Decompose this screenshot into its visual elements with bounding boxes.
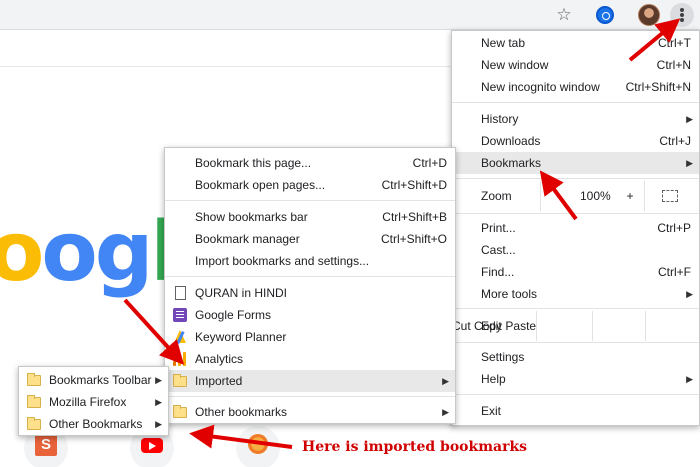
browser-toolbar: ☆: [0, 0, 700, 30]
extension-icon[interactable]: [596, 6, 614, 24]
menu-item-more-tools[interactable]: More tools ▶: [452, 283, 699, 305]
imported-submenu: Bookmarks Toolbar ▶ Mozilla Firefox ▶ Othe…: [18, 366, 169, 436]
menu-separator: [452, 213, 699, 214]
google-forms-icon: [173, 308, 187, 322]
menu-kebab-icon[interactable]: [670, 3, 694, 27]
menu-item-import-bookmarks[interactable]: Import bookmarks and settings...: [165, 250, 455, 272]
bookmark-item[interactable]: QURAN in HINDI: [165, 282, 455, 304]
bookmark-item[interactable]: Keyword Planner: [165, 326, 455, 348]
bookmark-folder-imported[interactable]: Imported ▶: [165, 370, 455, 392]
folder-icon: [27, 395, 41, 408]
zoom-in-button[interactable]: +: [624, 181, 636, 211]
youtube-icon: [141, 438, 163, 453]
menu-item-exit[interactable]: Exit: [452, 400, 699, 422]
menu-item-bookmark-page[interactable]: Bookmark this page... Ctrl+D: [165, 152, 455, 174]
menu-item-bookmarks[interactable]: Bookmarks ▶: [452, 152, 699, 174]
menu-separator: [452, 394, 699, 395]
orange-site-icon: [248, 434, 268, 454]
google-ads-icon: [173, 330, 187, 344]
menu-item-show-bookmarks-bar[interactable]: Show bookmarks bar Ctrl+Shift+B: [165, 206, 455, 228]
menu-separator: [452, 102, 699, 103]
menu-separator: [452, 178, 699, 179]
document-icon: [175, 286, 186, 300]
chevron-right-icon: ▶: [442, 407, 449, 417]
menu-row-edit: Edit Cut Copy Paste: [452, 311, 699, 341]
menu-item-new-window[interactable]: New window Ctrl+N: [452, 54, 699, 76]
menu-item-new-tab[interactable]: New tab Ctrl+T: [452, 32, 699, 54]
menu-item-bookmark-open-pages[interactable]: Bookmark open pages... Ctrl+Shift+D: [165, 174, 455, 196]
menu-separator: [165, 276, 455, 277]
chevron-right-icon: ▶: [686, 158, 693, 168]
fullscreen-icon[interactable]: [662, 190, 678, 202]
star-icon[interactable]: ☆: [554, 5, 574, 25]
menu-item-cast[interactable]: Cast...: [452, 239, 699, 261]
bookmark-folder-toolbar[interactable]: Bookmarks Toolbar ▶: [19, 369, 168, 391]
chevron-right-icon: ▶: [155, 397, 162, 407]
chrome-main-menu: New tab Ctrl+T New window Ctrl+N New incog…: [451, 30, 700, 426]
menu-separator: [165, 396, 455, 397]
search-divider: [0, 66, 470, 67]
menu-separator: [165, 200, 455, 201]
annotation-text: Here is imported bookmarks: [302, 439, 528, 455]
menu-item-print[interactable]: Print... Ctrl+P: [452, 217, 699, 239]
folder-icon: [27, 373, 41, 386]
menu-item-history[interactable]: History ▶: [452, 108, 699, 130]
bookmarks-submenu: Bookmark this page... Ctrl+D Bookmark ope…: [164, 147, 456, 424]
menu-item-find[interactable]: Find... Ctrl+F: [452, 261, 699, 283]
paste-button[interactable]: Paste: [505, 319, 536, 333]
chevron-right-icon: ▶: [686, 114, 693, 124]
bookmark-folder-other[interactable]: Other bookmarks ▶: [165, 401, 455, 423]
menu-separator: [452, 342, 699, 343]
avatar[interactable]: [638, 4, 660, 26]
menu-row-zoom: Zoom 100% +: [452, 181, 699, 211]
chevron-right-icon: ▶: [442, 376, 449, 386]
bookmark-folder-firefox[interactable]: Mozilla Firefox ▶: [19, 391, 168, 413]
s-site-icon: S: [35, 434, 57, 456]
folder-icon: [173, 405, 187, 418]
chevron-right-icon: ▶: [686, 289, 693, 299]
folder-icon: [27, 417, 41, 430]
chevron-right-icon: ▶: [686, 374, 693, 384]
menu-separator: [452, 308, 699, 309]
shortcut-tile-orange[interactable]: [236, 426, 280, 467]
folder-icon: [173, 374, 187, 387]
bookmark-item[interactable]: Google Forms: [165, 304, 455, 326]
zoom-value: 100%: [580, 189, 611, 203]
menu-item-help[interactable]: Help ▶: [452, 368, 699, 390]
menu-item-new-incognito[interactable]: New incognito window Ctrl+Shift+N: [452, 76, 699, 98]
chevron-right-icon: ▶: [155, 375, 162, 385]
analytics-icon: [173, 352, 187, 366]
bookmark-folder-other-imported[interactable]: Other Bookmarks ▶: [19, 413, 168, 435]
menu-item-settings[interactable]: Settings: [452, 346, 699, 368]
menu-item-bookmark-manager[interactable]: Bookmark manager Ctrl+Shift+O: [165, 228, 455, 250]
bookmark-item[interactable]: Analytics: [165, 348, 455, 370]
chevron-right-icon: ▶: [155, 419, 162, 429]
menu-item-downloads[interactable]: Downloads Ctrl+J: [452, 130, 699, 152]
